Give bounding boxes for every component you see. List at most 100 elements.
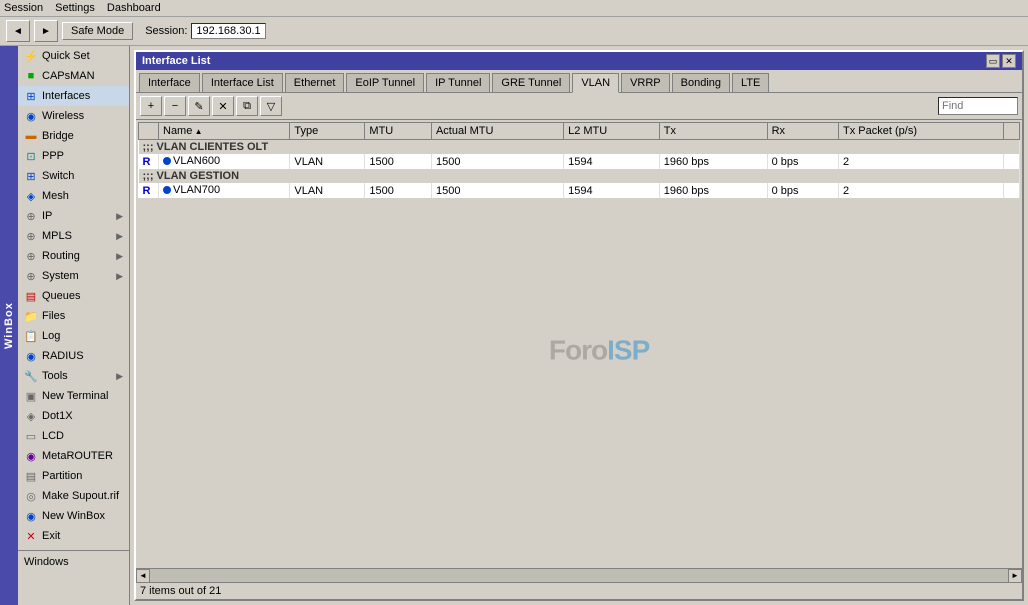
tab-vlan[interactable]: VLAN	[572, 73, 619, 93]
menu-settings[interactable]: Settings	[55, 2, 95, 14]
back-button[interactable]: ◄	[6, 20, 30, 42]
tab-eoip-tunnel[interactable]: EoIP Tunnel	[346, 73, 424, 92]
sidebar-item-mesh[interactable]: ◈ Mesh	[18, 186, 129, 206]
sidebar-item-new-winbox[interactable]: ◉ New WinBox	[18, 506, 129, 526]
sidebar-label-lcd: LCD	[42, 430, 64, 442]
scroll-right-button[interactable]: ►	[1008, 569, 1022, 583]
row-type-vlan700: VLAN	[290, 183, 365, 198]
watermark: ForoISP	[549, 334, 649, 366]
sidebar-label-interfaces: Interfaces	[42, 90, 90, 102]
sidebar-label-partition: Partition	[42, 470, 82, 482]
menu-session[interactable]: Session	[4, 2, 43, 14]
tab-gre-tunnel[interactable]: GRE Tunnel	[492, 73, 570, 92]
sidebar-item-wireless[interactable]: ◉ Wireless	[18, 106, 129, 126]
sidebar-item-log[interactable]: 📋 Log	[18, 326, 129, 346]
tab-interface[interactable]: Interface	[139, 73, 200, 92]
sidebar-item-tools[interactable]: 🔧 Tools ▶	[18, 366, 129, 386]
tab-vrrp[interactable]: VRRP	[621, 73, 670, 92]
session-label: Session:	[145, 25, 187, 37]
find-input[interactable]	[938, 97, 1018, 115]
add-button[interactable]: +	[140, 96, 162, 116]
sidebar-item-system[interactable]: ⊕ System ▶	[18, 266, 129, 286]
filter-button[interactable]: ▽	[260, 96, 282, 116]
menu-dashboard[interactable]: Dashboard	[107, 2, 161, 14]
sidebar-item-windows[interactable]: Windows	[18, 553, 129, 571]
tools-icon: 🔧	[24, 369, 38, 383]
sidebar-item-metarouter[interactable]: ◉ MetaROUTER	[18, 446, 129, 466]
main-layout: WinBox ⚡ Quick Set ■ CAPsMAN ⊞ Interface…	[0, 46, 1028, 605]
sidebar-item-ppp[interactable]: ⊡ PPP	[18, 146, 129, 166]
system-icon: ⊕	[24, 269, 38, 283]
horizontal-scrollbar: ◄ ►	[136, 568, 1022, 582]
table-header-row: Name Type MTU Actual MTU L2 MTU Tx Rx Tx…	[139, 123, 1020, 140]
sidebar-item-radius[interactable]: ◉ RADIUS	[18, 346, 129, 366]
sidebar-item-queues[interactable]: ▤ Queues	[18, 286, 129, 306]
sidebar-item-lcd[interactable]: ▭ LCD	[18, 426, 129, 446]
vlan600-dot	[163, 157, 171, 165]
tab-bonding[interactable]: Bonding	[672, 73, 730, 92]
sidebar-label-make-supout: Make Supout.rif	[42, 490, 119, 502]
sidebar-label-new-winbox: New WinBox	[42, 510, 105, 522]
scroll-track[interactable]	[150, 569, 1008, 583]
sidebar-item-files[interactable]: 📁 Files	[18, 306, 129, 326]
row-tx-vlan700: 1960 bps	[659, 183, 767, 198]
sidebar-item-mpls[interactable]: ⊕ MPLS ▶	[18, 226, 129, 246]
safe-mode-button[interactable]: Safe Mode	[62, 22, 133, 40]
window-title: Interface List	[142, 55, 210, 67]
tab-ethernet[interactable]: Ethernet	[285, 73, 345, 92]
tab-ip-tunnel[interactable]: IP Tunnel	[426, 73, 490, 92]
edit-button[interactable]: ✎	[188, 96, 210, 116]
sidebar-item-switch[interactable]: ⊞ Switch	[18, 166, 129, 186]
col-type[interactable]: Type	[290, 123, 365, 140]
col-flag[interactable]	[139, 123, 159, 140]
sidebar-item-capsman[interactable]: ■ CAPsMAN	[18, 66, 129, 86]
window-close-button[interactable]: ✕	[1002, 54, 1016, 68]
sidebar-item-routing[interactable]: ⊕ Routing ▶	[18, 246, 129, 266]
sidebar-item-bridge[interactable]: ▬ Bridge	[18, 126, 129, 146]
sidebar-label-radius: RADIUS	[42, 350, 84, 362]
col-actual-mtu[interactable]: Actual MTU	[431, 123, 563, 140]
sidebar-label-ip: IP	[42, 210, 52, 222]
forward-button[interactable]: ►	[34, 20, 58, 42]
sidebar-item-new-terminal[interactable]: ▣ New Terminal	[18, 386, 129, 406]
sidebar-label-routing: Routing	[42, 250, 80, 262]
copy-button[interactable]: ⧉	[236, 96, 258, 116]
session-ip: 192.168.30.1	[191, 23, 265, 39]
row-tx-vlan600: 1960 bps	[659, 154, 767, 169]
table-row[interactable]: R VLAN700 VLAN 1500 1500	[139, 183, 1020, 198]
sidebar-label-new-terminal: New Terminal	[42, 390, 108, 402]
dot1x-icon: ◈	[24, 409, 38, 423]
remove-button[interactable]: −	[164, 96, 186, 116]
col-l2-mtu[interactable]: L2 MTU	[564, 123, 660, 140]
tabs-row: Interface Interface List Ethernet EoIP T…	[136, 70, 1022, 93]
sidebar-item-dot1x[interactable]: ◈ Dot1X	[18, 406, 129, 426]
table-row[interactable]: R VLAN600 VLAN 1500 1500	[139, 154, 1020, 169]
mpls-arrow: ▶	[116, 231, 123, 242]
interface-window: Interface List ▭ ✕ Interface Interface L…	[134, 50, 1024, 601]
tab-lte[interactable]: LTE	[732, 73, 769, 92]
sidebar-item-ip[interactable]: ⊕ IP ▶	[18, 206, 129, 226]
tab-interface-list[interactable]: Interface List	[202, 73, 283, 92]
col-extra[interactable]	[1004, 123, 1020, 140]
col-tx[interactable]: Tx	[659, 123, 767, 140]
mesh-icon: ◈	[24, 189, 38, 203]
col-name[interactable]: Name	[159, 123, 290, 140]
scroll-left-button[interactable]: ◄	[136, 569, 150, 583]
sidebar-label-capsman: CAPsMAN	[42, 70, 95, 82]
vlan700-dot	[163, 186, 171, 194]
delete-button[interactable]: ✕	[212, 96, 234, 116]
section-label-gestion: ;;; VLAN GESTION	[139, 169, 1020, 183]
sidebar-item-exit[interactable]: ✕ Exit	[18, 526, 129, 546]
sidebar-item-interfaces[interactable]: ⊞ Interfaces	[18, 86, 129, 106]
row-name-vlan600: VLAN600	[159, 154, 290, 169]
sidebar-item-partition[interactable]: ▤ Partition	[18, 466, 129, 486]
sidebar-label-switch: Switch	[42, 170, 74, 182]
col-rx[interactable]: Rx	[767, 123, 838, 140]
queues-icon: ▤	[24, 289, 38, 303]
sidebar-item-make-supout[interactable]: ◎ Make Supout.rif	[18, 486, 129, 506]
col-mtu[interactable]: MTU	[365, 123, 432, 140]
sidebar-item-quickset[interactable]: ⚡ Quick Set	[18, 46, 129, 66]
col-tx-packet[interactable]: Tx Packet (p/s)	[839, 123, 1004, 140]
window-resize-button[interactable]: ▭	[986, 54, 1000, 68]
sidebar: WinBox ⚡ Quick Set ■ CAPsMAN ⊞ Interface…	[0, 46, 130, 605]
